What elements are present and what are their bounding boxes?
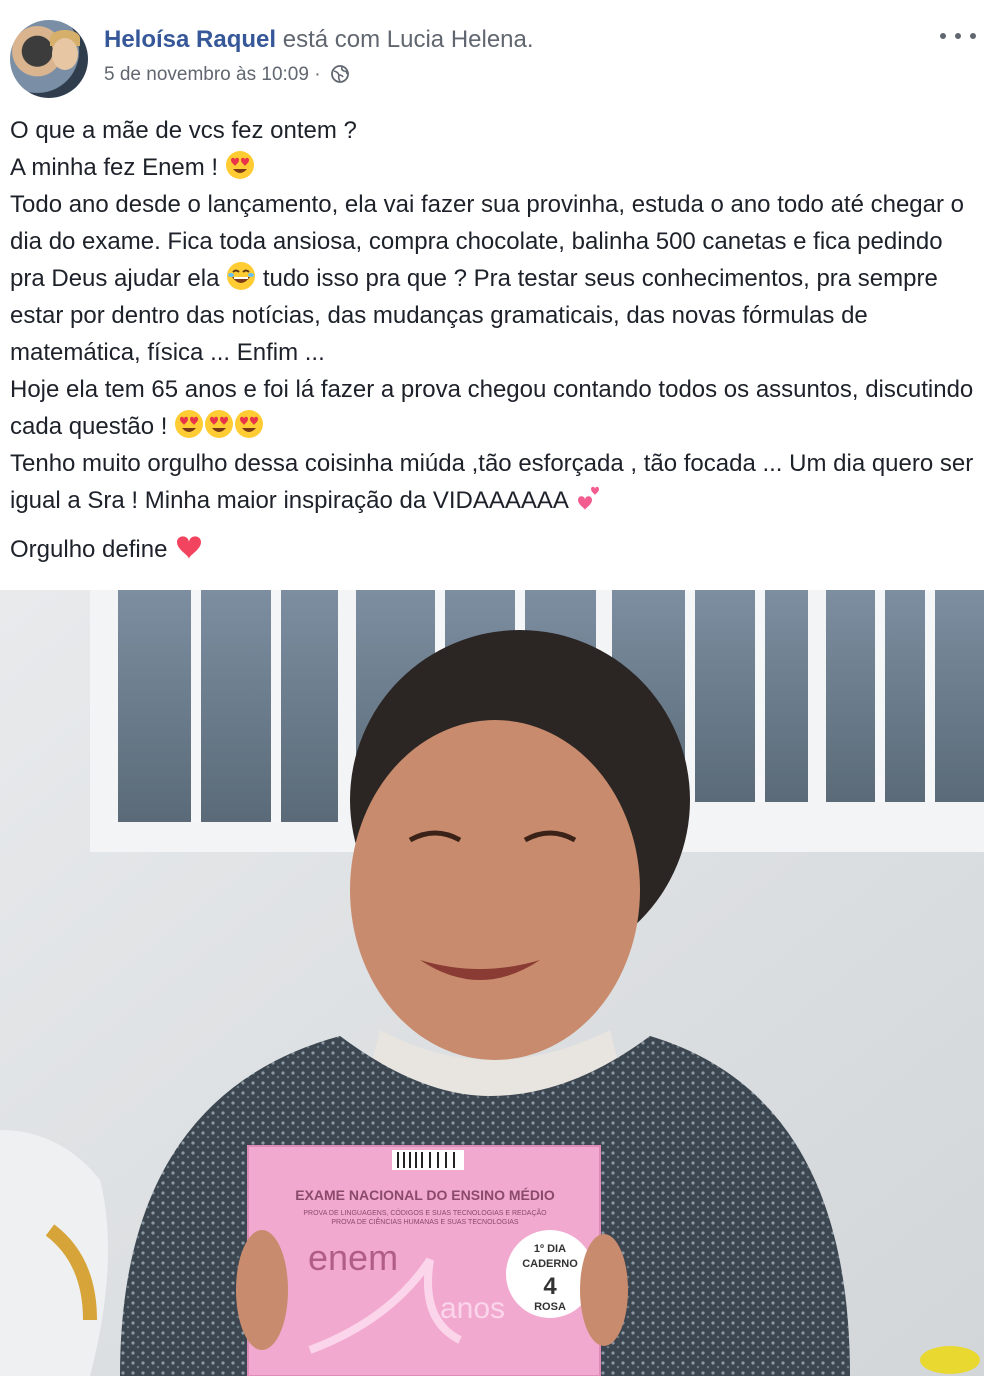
post-timestamp[interactable]: 5 de novembro às 10:09 <box>104 64 309 85</box>
badge-color: ROSA <box>534 1301 566 1313</box>
post-meta: 5 de novembro às 10:09 · <box>104 64 350 86</box>
post-text-line: Todo ano desde o lançamento, ela vai faz… <box>10 186 974 371</box>
meta-separator: · <box>314 64 321 85</box>
text-segment: Orgulho define <box>10 536 168 563</box>
post-text-line: A minha fez Enem ! <box>10 149 974 186</box>
more-options-icon[interactable] <box>940 24 976 48</box>
heart-eyes-emoji-icon <box>234 409 264 439</box>
photo-illustration: EXAME NACIONAL DO ENSINO MÉDIO PROVA DE … <box>0 590 984 1376</box>
text-segment: A minha fez Enem ! <box>10 154 219 181</box>
post-title-line: Heloísa Raquel está com Lucia Helena. <box>104 26 534 54</box>
enem-logo-years: anos <box>440 1292 505 1325</box>
text-segment: Tenho muito orgulho dessa coisinha miúda… <box>10 450 974 514</box>
booklet-subtitle-1: PROVA DE LINGUAGENS, CÓDIGOS E SUAS TECN… <box>303 1208 547 1217</box>
heart-eyes-emoji-icon <box>204 409 234 439</box>
badge-day: 1º DIA <box>534 1243 566 1255</box>
red-heart-emoji-icon <box>174 532 204 562</box>
post-header: Heloísa Raquel está com Lucia Helena. 5 … <box>0 0 984 110</box>
heart-eyes-emoji-icon <box>174 409 204 439</box>
laughing-emoji-icon <box>226 261 256 291</box>
badge-number: 4 <box>543 1273 557 1300</box>
enem-logo: enem <box>308 1237 398 1278</box>
text-segment: Hoje ela tem 65 anos e foi lá fazer a pr… <box>10 376 974 440</box>
text-segment: O que a mãe de vcs fez ontem ? <box>10 117 357 144</box>
with-text: está com <box>282 26 381 53</box>
post-photo[interactable]: EXAME NACIONAL DO ENSINO MÉDIO PROVA DE … <box>0 590 984 1376</box>
booklet-subtitle-2: PROVA DE CIÊNCIAS HUMANAS E SUAS TECNOLO… <box>331 1217 519 1226</box>
post-text-line: Hoje ela tem 65 anos e foi lá fazer a pr… <box>10 371 974 445</box>
author-avatar[interactable] <box>10 20 88 98</box>
badge-label: CADERNO <box>522 1258 578 1270</box>
tagged-user-link[interactable]: Lucia Helena. <box>387 26 534 53</box>
booklet-title: EXAME NACIONAL DO ENSINO MÉDIO <box>295 1187 555 1203</box>
post-text-line: Orgulho define <box>10 531 974 568</box>
two-hearts-emoji-icon <box>574 483 604 513</box>
author-name-link[interactable]: Heloísa Raquel <box>104 26 276 53</box>
post-text-line: Tenho muito orgulho dessa coisinha miúda… <box>10 445 974 519</box>
post-body: O que a mãe de vcs fez ontem ? A minha f… <box>10 112 974 568</box>
heart-eyes-emoji-icon <box>225 150 255 180</box>
globe-icon[interactable] <box>330 64 350 84</box>
post-text-line: O que a mãe de vcs fez ontem ? <box>10 112 974 149</box>
